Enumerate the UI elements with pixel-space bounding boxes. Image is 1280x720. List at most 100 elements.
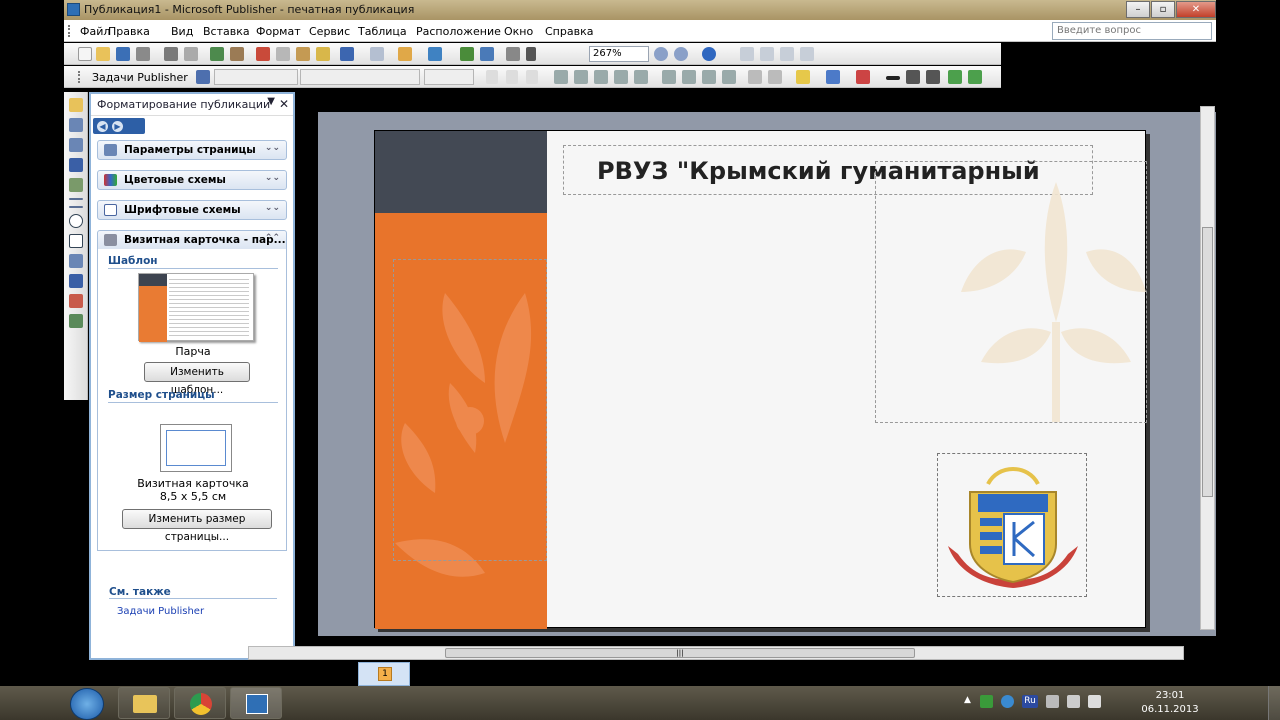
menu-format[interactable]: Формат [256, 25, 301, 38]
publisher-tasks-link[interactable]: Задачи Publisher [117, 606, 204, 617]
line-icon[interactable] [69, 198, 83, 200]
help-icon[interactable] [702, 47, 716, 61]
section-font-schemes[interactable]: Шрифтовые схемы ⌄⌄ [97, 200, 287, 220]
network-icon[interactable] [1067, 695, 1080, 708]
paste-icon[interactable] [296, 47, 310, 61]
increase-font-icon[interactable] [768, 70, 782, 84]
3d-style-icon[interactable] [968, 70, 982, 84]
show-desktop-button[interactable] [1268, 686, 1280, 720]
minimize-button[interactable]: – [1126, 1, 1150, 18]
zoom-in-icon[interactable] [674, 47, 688, 61]
research-icon[interactable] [230, 47, 244, 61]
save-icon[interactable] [116, 47, 130, 61]
close-button[interactable]: ✕ [1176, 1, 1216, 18]
change-page-size-button[interactable]: Изменить размер страницы... [122, 509, 272, 543]
format-painter-icon[interactable] [316, 47, 330, 61]
line-style-icon[interactable] [886, 76, 900, 80]
clock[interactable]: 23:01 06.11.2013 [1136, 689, 1204, 717]
redo-icon[interactable] [370, 47, 384, 61]
pilcrow-icon[interactable] [526, 47, 536, 61]
toolbar-grip-icon[interactable] [78, 71, 82, 83]
bring-front-icon[interactable] [398, 47, 412, 61]
template-thumbnail[interactable] [138, 273, 254, 342]
university-emblem[interactable] [937, 453, 1087, 597]
ask-question-input[interactable]: Введите вопрос [1052, 22, 1212, 40]
undo-icon[interactable] [340, 47, 354, 61]
tray-expand-icon[interactable]: ▲ [964, 695, 972, 708]
justify-icon[interactable] [614, 70, 628, 84]
fill-color-icon[interactable] [796, 70, 810, 84]
picture-frame-icon[interactable] [69, 178, 83, 192]
align-left-icon[interactable] [554, 70, 568, 84]
decrease-font-icon[interactable] [748, 70, 762, 84]
arrow-icon[interactable] [69, 206, 83, 208]
publisher-tasks-button[interactable]: Задачи Publisher [92, 71, 188, 84]
dark-header-block[interactable] [375, 131, 547, 213]
search-icon[interactable] [184, 47, 198, 61]
cut-icon[interactable] [256, 47, 270, 61]
arrow-style-icon[interactable] [926, 70, 940, 84]
vertical-scroll-thumb[interactable] [1202, 227, 1213, 497]
hyperlink-icon[interactable] [460, 47, 474, 61]
hot-spot-icon[interactable] [69, 294, 83, 308]
pane-menu-icon[interactable]: ▼ [267, 96, 275, 107]
zoom-select[interactable]: 267% [589, 46, 649, 62]
back-icon[interactable]: ◀ [97, 120, 108, 132]
menu-view[interactable]: Вид [171, 25, 193, 38]
section-color-schemes[interactable]: Цветовые схемы ⌄⌄ [97, 170, 287, 190]
bold-icon[interactable] [486, 70, 498, 84]
zoom-out-icon[interactable] [654, 47, 668, 61]
tray-network-app-icon[interactable] [1001, 695, 1014, 708]
menu-window[interactable]: Окно [504, 25, 533, 38]
design-gallery-icon[interactable] [69, 274, 83, 288]
spelling-icon[interactable] [210, 47, 224, 61]
decrease-indent-icon[interactable] [702, 70, 716, 84]
vertical-scrollbar[interactable] [1200, 106, 1215, 630]
shadow-style-icon[interactable] [948, 70, 962, 84]
align-right-icon[interactable] [594, 70, 608, 84]
forward-icon[interactable]: ▶ [112, 120, 123, 132]
rectangle-icon[interactable] [69, 234, 83, 248]
language-indicator[interactable]: Ru [1022, 695, 1038, 708]
watermark-frame[interactable] [875, 161, 1147, 423]
form-control-icon[interactable] [69, 314, 83, 328]
text-box-icon[interactable] [69, 118, 83, 132]
increase-indent-icon[interactable] [722, 70, 736, 84]
rotate-icon[interactable] [428, 47, 442, 61]
menu-help[interactable]: Справка [545, 25, 593, 38]
wordart-icon[interactable] [69, 158, 83, 172]
menu-edit[interactable]: Правка [108, 25, 150, 38]
underline-icon[interactable] [526, 70, 538, 84]
horizontal-scroll-thumb[interactable]: ||| [445, 648, 915, 658]
select-pointer-icon[interactable] [69, 98, 83, 112]
start-button[interactable] [70, 688, 104, 720]
section-business-card-options[interactable]: Визитная карточка - пар... ⌃⌃ [97, 230, 287, 250]
maximize-button[interactable]: ▫ [1151, 1, 1175, 18]
section-page-options[interactable]: Параметры страницы ⌄⌄ [97, 140, 287, 160]
style-icon[interactable] [196, 70, 210, 84]
autoshapes-icon[interactable] [69, 254, 83, 268]
change-template-button[interactable]: Изменить шаблон... [144, 362, 250, 396]
taskbar-explorer[interactable] [118, 687, 170, 719]
menu-insert[interactable]: Вставка [203, 25, 250, 38]
font-color-icon[interactable] [856, 70, 870, 84]
toolbar-grip-icon[interactable] [68, 25, 72, 37]
oval-icon[interactable] [69, 214, 83, 228]
menu-table[interactable]: Таблица [358, 25, 407, 38]
print-icon[interactable] [136, 47, 150, 61]
taskbar-chrome[interactable] [174, 687, 226, 719]
line-color-icon[interactable] [826, 70, 840, 84]
volume-icon[interactable] [1088, 695, 1101, 708]
menu-tools[interactable]: Сервис [309, 25, 350, 38]
new-icon[interactable] [78, 47, 92, 61]
insert-table-icon[interactable] [69, 138, 83, 152]
style-select[interactable] [214, 69, 298, 85]
copy-icon[interactable] [276, 47, 290, 61]
horizontal-scrollbar[interactable]: ||| [248, 646, 1184, 660]
menu-file[interactable]: Файл [80, 25, 110, 38]
line-spacing-icon[interactable] [634, 70, 648, 84]
tray-device-icon[interactable] [1046, 695, 1059, 708]
tray-app-icon[interactable] [980, 695, 993, 708]
taskbar-publisher[interactable] [230, 687, 282, 719]
dash-style-icon[interactable] [906, 70, 920, 84]
